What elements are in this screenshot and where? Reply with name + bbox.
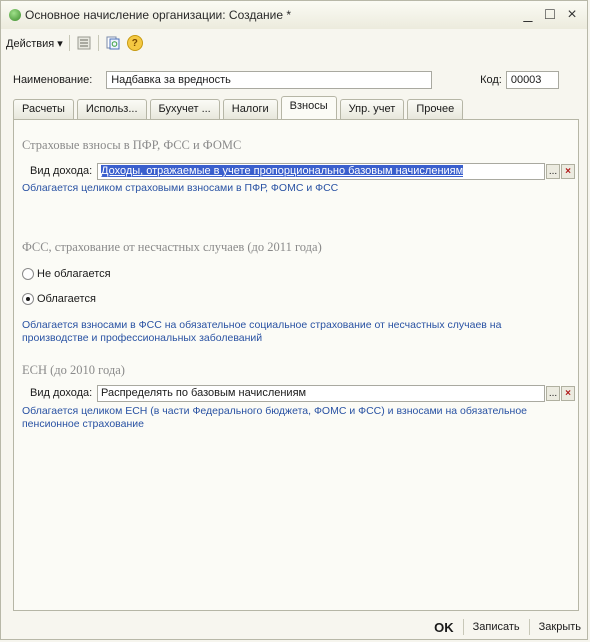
toolbar: Действия ▾ ? (1, 32, 587, 54)
app-icon (9, 9, 21, 21)
insurance-income-value: Доходы, отражаемые в учете пропорциональ… (101, 165, 464, 177)
help-icon[interactable]: ? (126, 35, 143, 51)
tab-vznosy[interactable]: Взносы (280, 96, 337, 121)
tab-panel-vznosy: Страховые взносы в ПФР, ФСС и ФОМС Вид д… (13, 119, 579, 611)
tab-buhuchet[interactable]: Бухучет ... (149, 99, 220, 119)
code-label: Код: (480, 74, 502, 86)
window-title: Основное начисление организации: Создани… (25, 8, 292, 22)
fss-option-taxed[interactable]: Облагается (22, 293, 96, 305)
insurance-clear-button[interactable]: × (561, 164, 575, 179)
title-bar: Основное начисление организации: Создани… (1, 1, 587, 29)
maximize-button[interactable]: □ (543, 7, 557, 23)
tab-upr-uchet[interactable]: Упр. учет (339, 99, 405, 119)
esn-clear-button[interactable]: × (561, 386, 575, 401)
insurance-income-field[interactable]: Доходы, отражаемые в учете пропорциональ… (97, 163, 545, 180)
button-separator (528, 619, 530, 635)
copy-document-icon[interactable] (105, 35, 121, 51)
fss-option-not-taxed[interactable]: Не облагается (22, 268, 111, 280)
name-input[interactable]: Надбавка за вредность (106, 71, 433, 89)
esn-description: Облагается целиком ЕСН (в части Федераль… (22, 405, 528, 430)
code-input[interactable]: 00003 (505, 71, 559, 89)
esn-income-label: Вид дохода: (30, 387, 93, 399)
header-fields: Наименование: Надбавка за вредность Код:… (13, 69, 559, 91)
window-controls: _ □ × (521, 7, 579, 23)
radio-not-taxed-label: Не облагается (37, 268, 111, 280)
radio-taxed[interactable] (22, 293, 34, 305)
name-label: Наименование: (13, 74, 93, 86)
tab-strip: Расчеты Использ... Бухучет ... Налоги Вз… (13, 96, 579, 121)
dialog-window: Основное начисление организации: Создани… (0, 0, 588, 640)
minimize-button[interactable]: _ (521, 7, 535, 23)
button-separator (462, 619, 464, 635)
radio-taxed-label: Облагается (37, 293, 96, 305)
ok-button[interactable]: OK (430, 617, 458, 637)
tab-raschety[interactable]: Расчеты (13, 99, 74, 119)
esn-section-title: ЕСН (до 2010 года) (22, 363, 125, 377)
insurance-select-button[interactable]: ... (546, 164, 560, 179)
fss-section-title: ФСС, страхование от несчастных случаев (… (22, 240, 322, 254)
save-button[interactable]: Записать (469, 617, 524, 637)
insurance-section-title: Страховые взносы в ПФР, ФСС и ФОМС (22, 138, 242, 152)
toolbar-separator (97, 35, 99, 51)
esn-income-field[interactable]: Распределять по базовым начислениям (97, 385, 545, 402)
insurance-description: Облагается целиком страховыми взносами в… (22, 182, 339, 194)
actions-menu-button[interactable]: Действия ▾ (6, 37, 63, 50)
esn-select-button[interactable]: ... (546, 386, 560, 401)
tab-nalogi[interactable]: Налоги (222, 99, 278, 119)
close-button[interactable]: Закрыть (535, 617, 585, 637)
toolbar-separator (68, 35, 70, 51)
tab-ispolzovanie[interactable]: Использ... (76, 99, 147, 119)
insurance-income-label: Вид дохода: (30, 165, 93, 177)
close-window-button[interactable]: × (565, 7, 579, 23)
radio-not-taxed[interactable] (22, 268, 34, 280)
list-icon[interactable] (76, 35, 92, 51)
tab-prochee[interactable]: Прочее (407, 99, 464, 119)
dialog-buttons: OK Записать Закрыть (1, 613, 587, 641)
fss-description: Облагается взносами в ФСС на обязательно… (22, 319, 502, 344)
